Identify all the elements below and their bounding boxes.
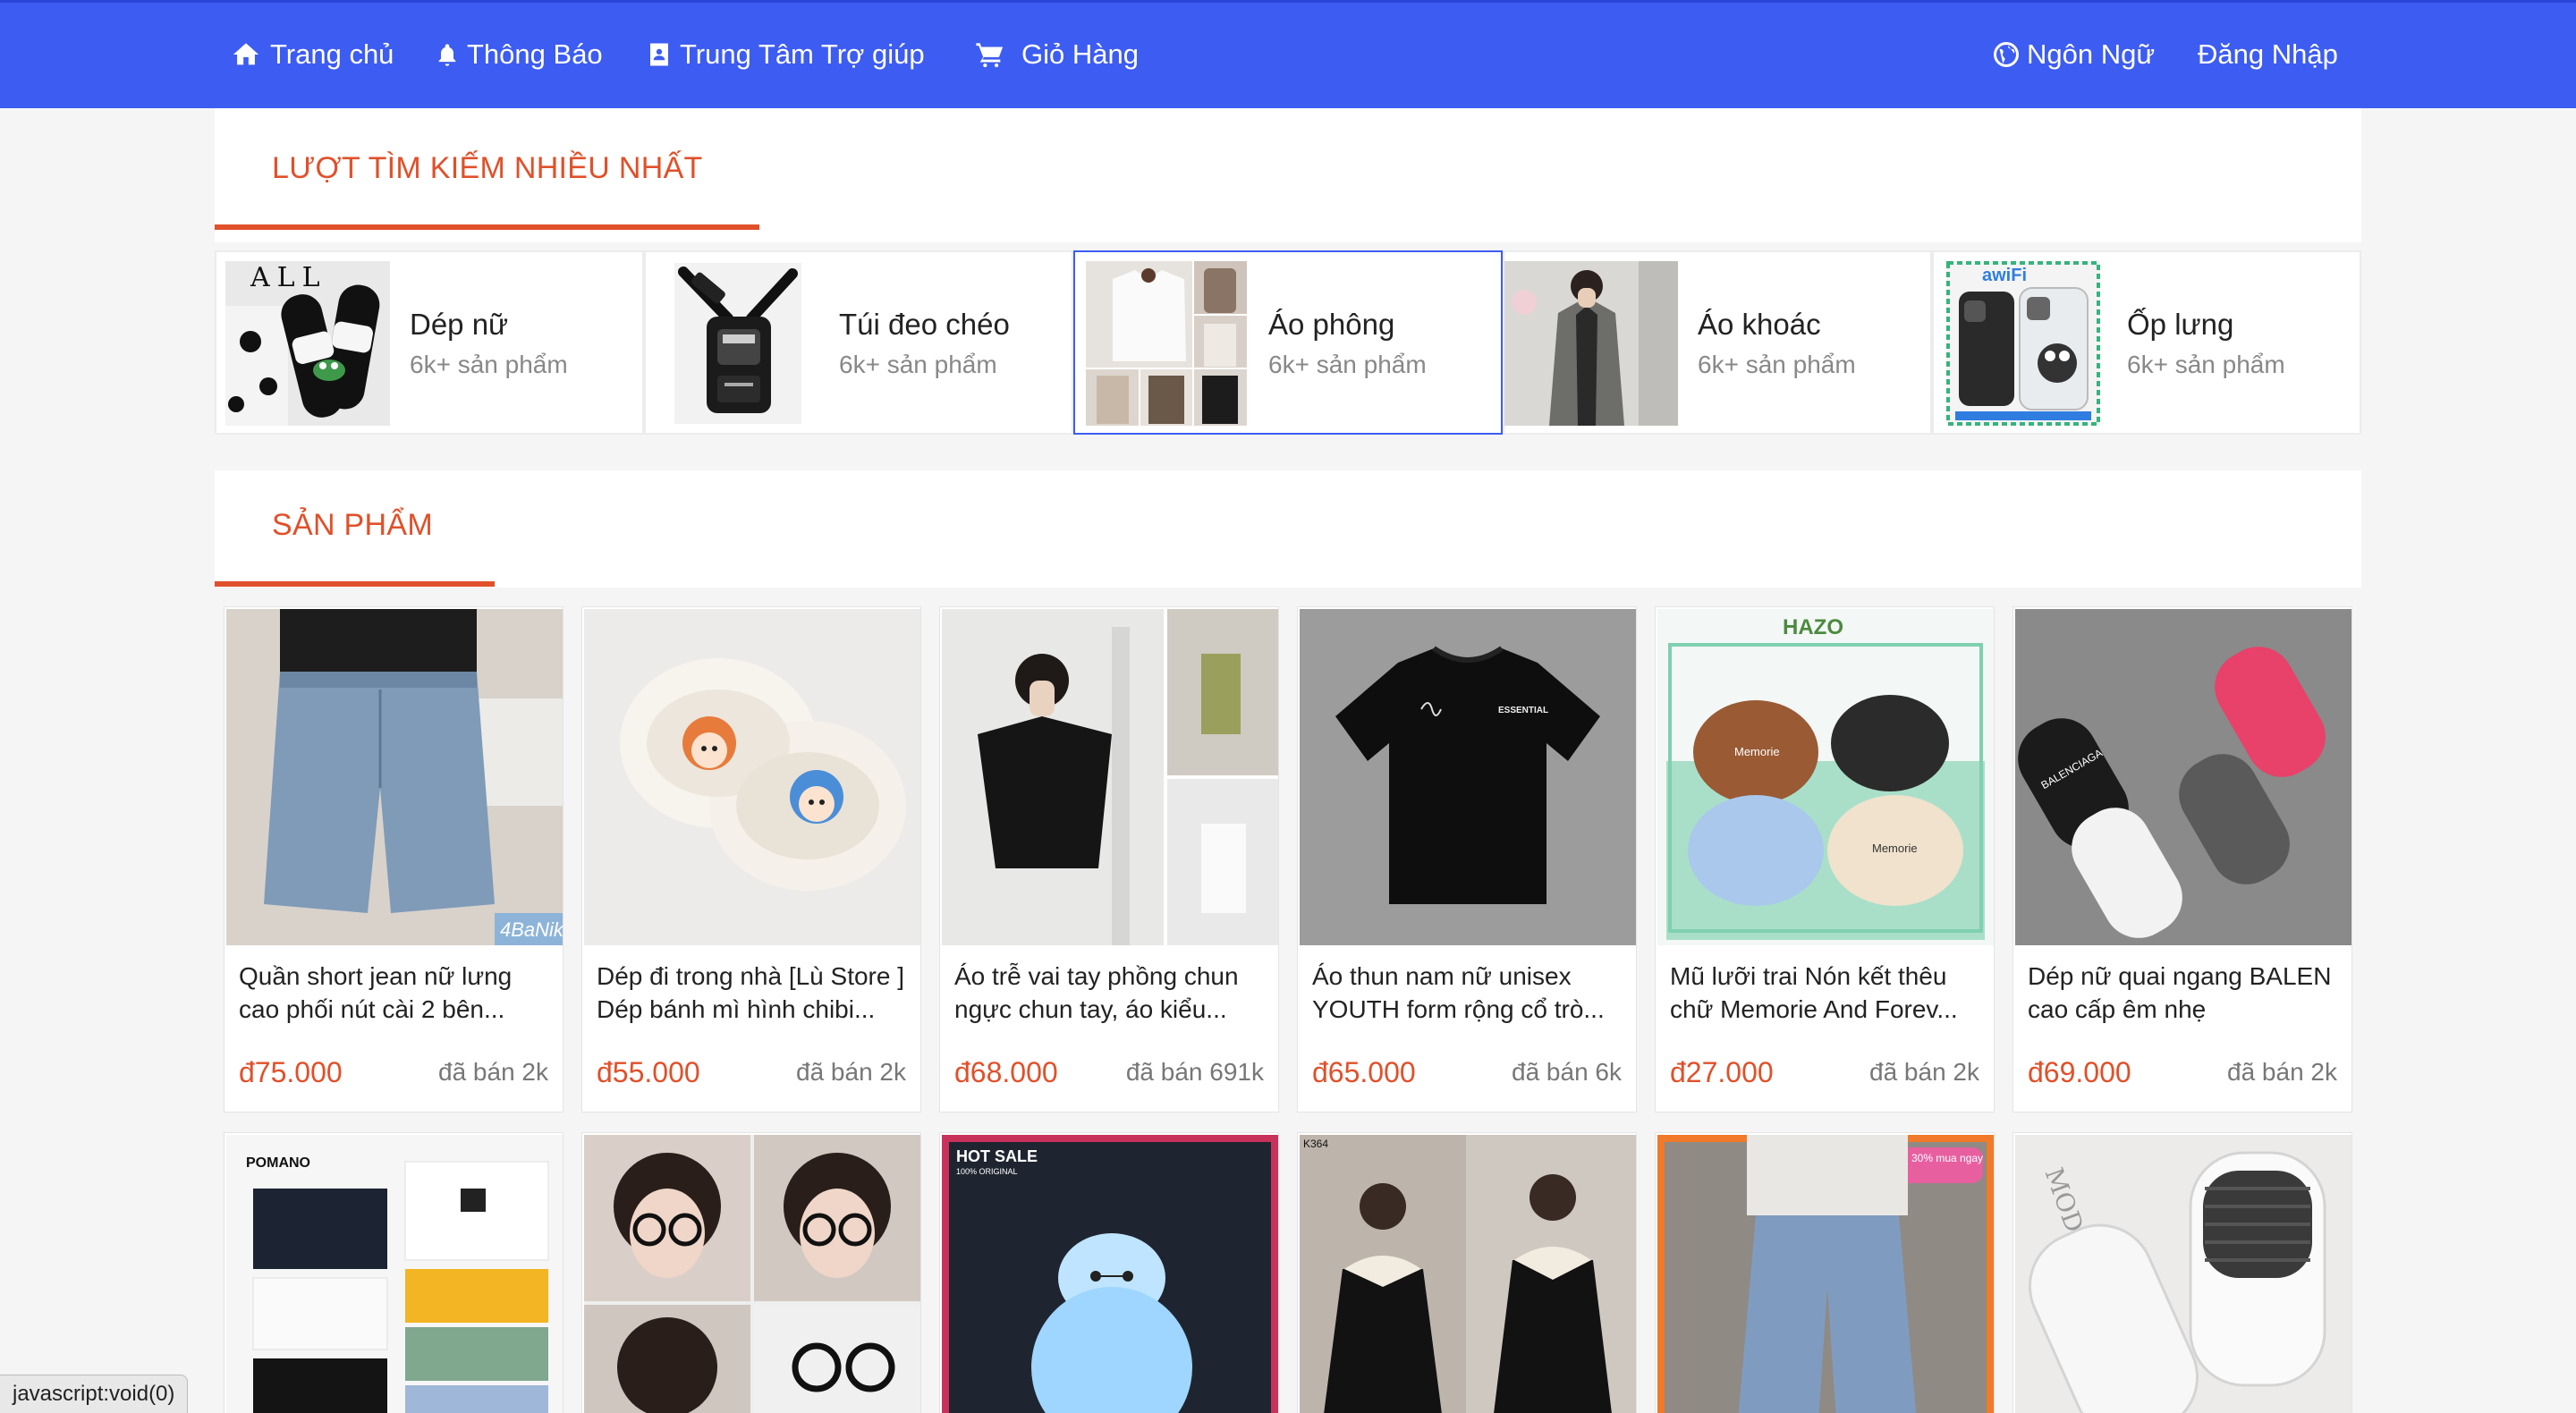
top-search-list: ALL Dép nữ 6k+ sản phẩm Túi đeo chéo 6k+… (215, 250, 2361, 435)
home-icon (233, 43, 259, 65)
nav-login-link[interactable]: Đăng Nhập (2198, 35, 2338, 74)
product-card[interactable]: HOT SALE 100% ORIGINAL (939, 1132, 1279, 1413)
product-image-off-shoulder-top (942, 609, 1278, 945)
category-name: Dép nữ (410, 308, 509, 341)
category-thumbnail-jacket (1504, 261, 1678, 426)
product-image-black-dress: K364 (1300, 1135, 1636, 1413)
product-price: đ69.000 (2028, 1056, 2131, 1088)
image-text-awifi: awiFi (1982, 266, 2027, 285)
product-image-denim-shorts: 4BaNik (226, 609, 563, 945)
product-title: Áo thun nam nữ unisex YOUTH form rộng cổ… (1312, 962, 1605, 1023)
nav-home-link[interactable]: Trang chủ (231, 35, 394, 74)
product-card[interactable]: Dép đi trong nhà [Lù Store ] Dép bánh mì… (581, 606, 921, 1113)
product-title: Dép đi trong nhà [Lù Store ] Dép bánh mì… (597, 962, 904, 1023)
product-sold-count: đã bán 2k (438, 1058, 548, 1086)
product-card[interactable]: ESSENTIAL Áo thun nam nữ unisex YOUTH fo… (1297, 606, 1637, 1113)
category-name: Ốp lưng (2127, 308, 2234, 341)
top-search-item[interactable]: awiFi Ốp lưng 6k+ sản phẩm (1932, 250, 2361, 435)
category-count: 6k+ sản phẩm (410, 351, 568, 378)
product-sold-count: đã bán 2k (796, 1058, 906, 1086)
image-text-all: ALL (250, 262, 327, 293)
product-card[interactable]: HAZO Memorie Memorie Mũ lưỡi trai Nón kế… (1655, 606, 1995, 1113)
top-search-underline (215, 224, 759, 230)
image-text-memorie: Memorie (1872, 842, 1918, 855)
product-title: Quần short jean nữ lưng cao phối nút cài… (239, 962, 513, 1023)
top-search-title: LƯỢT TÌM KIẾM NHIỀU NHẤT (272, 151, 703, 185)
product-image-glasses (584, 1135, 920, 1413)
nav-help-center-link[interactable]: Trung Tâm Trợ giúp (646, 35, 925, 74)
product-card[interactable]: MODE (2012, 1132, 2352, 1413)
product-price: đ55.000 (597, 1056, 700, 1088)
category-name: Túi đeo chéo (839, 308, 1010, 341)
product-card[interactable] (581, 1132, 921, 1413)
product-image-baymax-lamp: HOT SALE 100% ORIGINAL (942, 1135, 1278, 1413)
cart-icon (976, 43, 1004, 68)
products-header: SẢN PHẨM (215, 470, 2361, 588)
product-image-wide-jeans: Giảm 30% mua ngay (1657, 1135, 1994, 1413)
top-search-item[interactable]: Túi đeo chéo 6k+ sản phẩm (644, 250, 1073, 435)
product-price: đ27.000 (1670, 1056, 1774, 1088)
product-image-bread-slippers (584, 609, 920, 945)
category-thumbnail-crossbody-bag (674, 263, 801, 424)
category-count: 6k+ sản phẩm (2127, 351, 2285, 378)
category-thumbnail-phone-case: awiFi (1946, 261, 2100, 426)
category-count: 6k+ sản phẩm (1268, 351, 1427, 378)
category-name: Áo khoác (1698, 308, 1821, 341)
product-card[interactable]: K364 (1297, 1132, 1637, 1413)
nav-language-selector[interactable]: Ngôn Ngữ (1993, 35, 2155, 74)
product-image-white-slides: MODE (2015, 1135, 2351, 1413)
nav-notifications-link[interactable]: Thông Báo (435, 35, 603, 74)
product-image-baseball-caps: HAZO Memorie Memorie (1657, 609, 1994, 945)
bell-icon (438, 44, 456, 66)
product-card[interactable]: BALENCIAGA Dép nữ quai ngang BALEN cao c… (2012, 606, 2352, 1113)
product-card[interactable]: POMANO (224, 1132, 564, 1413)
top-search-item[interactable]: Áo khoác 6k+ sản phẩm (1503, 250, 1932, 435)
products-underline (215, 581, 495, 587)
product-title: Dép nữ quai ngang BALEN cao cấp êm nhẹ (2028, 962, 2332, 1023)
image-text-essential: ESSENTIAL (1498, 706, 1548, 715)
category-name: Áo phông (1268, 308, 1395, 341)
products-title: SẢN PHẨM (272, 508, 433, 542)
product-title: Mũ lưỡi trai Nón kết thêu chữ Memorie An… (1670, 962, 1958, 1023)
category-thumbnail-tshirt (1086, 261, 1247, 426)
product-sold-count: đã bán 691k (1125, 1058, 1264, 1086)
product-card[interactable]: Giảm 30% mua ngay (1655, 1132, 1995, 1413)
top-nav-bar: Trang chủ Thông Báo Trung Tâm Trợ giúp G… (0, 0, 2576, 108)
globe-icon (1994, 42, 2019, 67)
product-price: đ65.000 (1312, 1056, 1416, 1088)
image-text-original: 100% ORIGINAL (956, 1167, 1018, 1176)
category-thumbnail-sandals: ALL (225, 261, 390, 426)
nav-cart-link[interactable]: Giỏ Hàng (975, 35, 1139, 74)
product-card[interactable]: 4BaNik Quần short jean nữ lưng cao phối … (224, 606, 564, 1113)
product-card[interactable]: Áo trễ vai tay phồng chun ngực chun tay,… (939, 606, 1279, 1113)
help-book-icon (650, 43, 668, 66)
top-search-item[interactable]: Áo phông 6k+ sản phẩm (1073, 250, 1503, 435)
image-text-brand: 4BaNik (500, 918, 563, 941)
product-image-black-tshirt: ESSENTIAL (1300, 609, 1636, 945)
top-search-item[interactable]: ALL Dép nữ 6k+ sản phẩm (215, 250, 644, 435)
image-text-memorie: Memorie (1734, 745, 1780, 758)
image-text-hot-sale: HOT SALE (956, 1147, 1038, 1165)
product-image-slide-sandals: BALENCIAGA (2015, 609, 2351, 945)
category-count: 6k+ sản phẩm (1698, 351, 1856, 378)
top-search-header: LƯỢT TÌM KIẾM NHIỀU NHẤT (215, 108, 2361, 242)
product-sold-count: đã bán 2k (2227, 1058, 2337, 1086)
product-title: Áo trễ vai tay phồng chun ngực chun tay,… (954, 962, 1239, 1023)
status-bar-url: javascript:void(0) (0, 1375, 189, 1413)
category-count: 6k+ sản phẩm (839, 351, 997, 378)
image-text-code: K364 (1303, 1138, 1328, 1150)
product-price: đ75.000 (239, 1056, 343, 1088)
product-image-polo-shirts: POMANO (226, 1135, 563, 1413)
product-price: đ68.000 (954, 1056, 1058, 1088)
product-sold-count: đã bán 2k (1869, 1058, 1979, 1086)
product-sold-count: đã bán 6k (1512, 1058, 1622, 1086)
image-text-hazo: HAZO (1783, 615, 1843, 639)
image-text-pomano: POMANO (246, 1155, 310, 1171)
